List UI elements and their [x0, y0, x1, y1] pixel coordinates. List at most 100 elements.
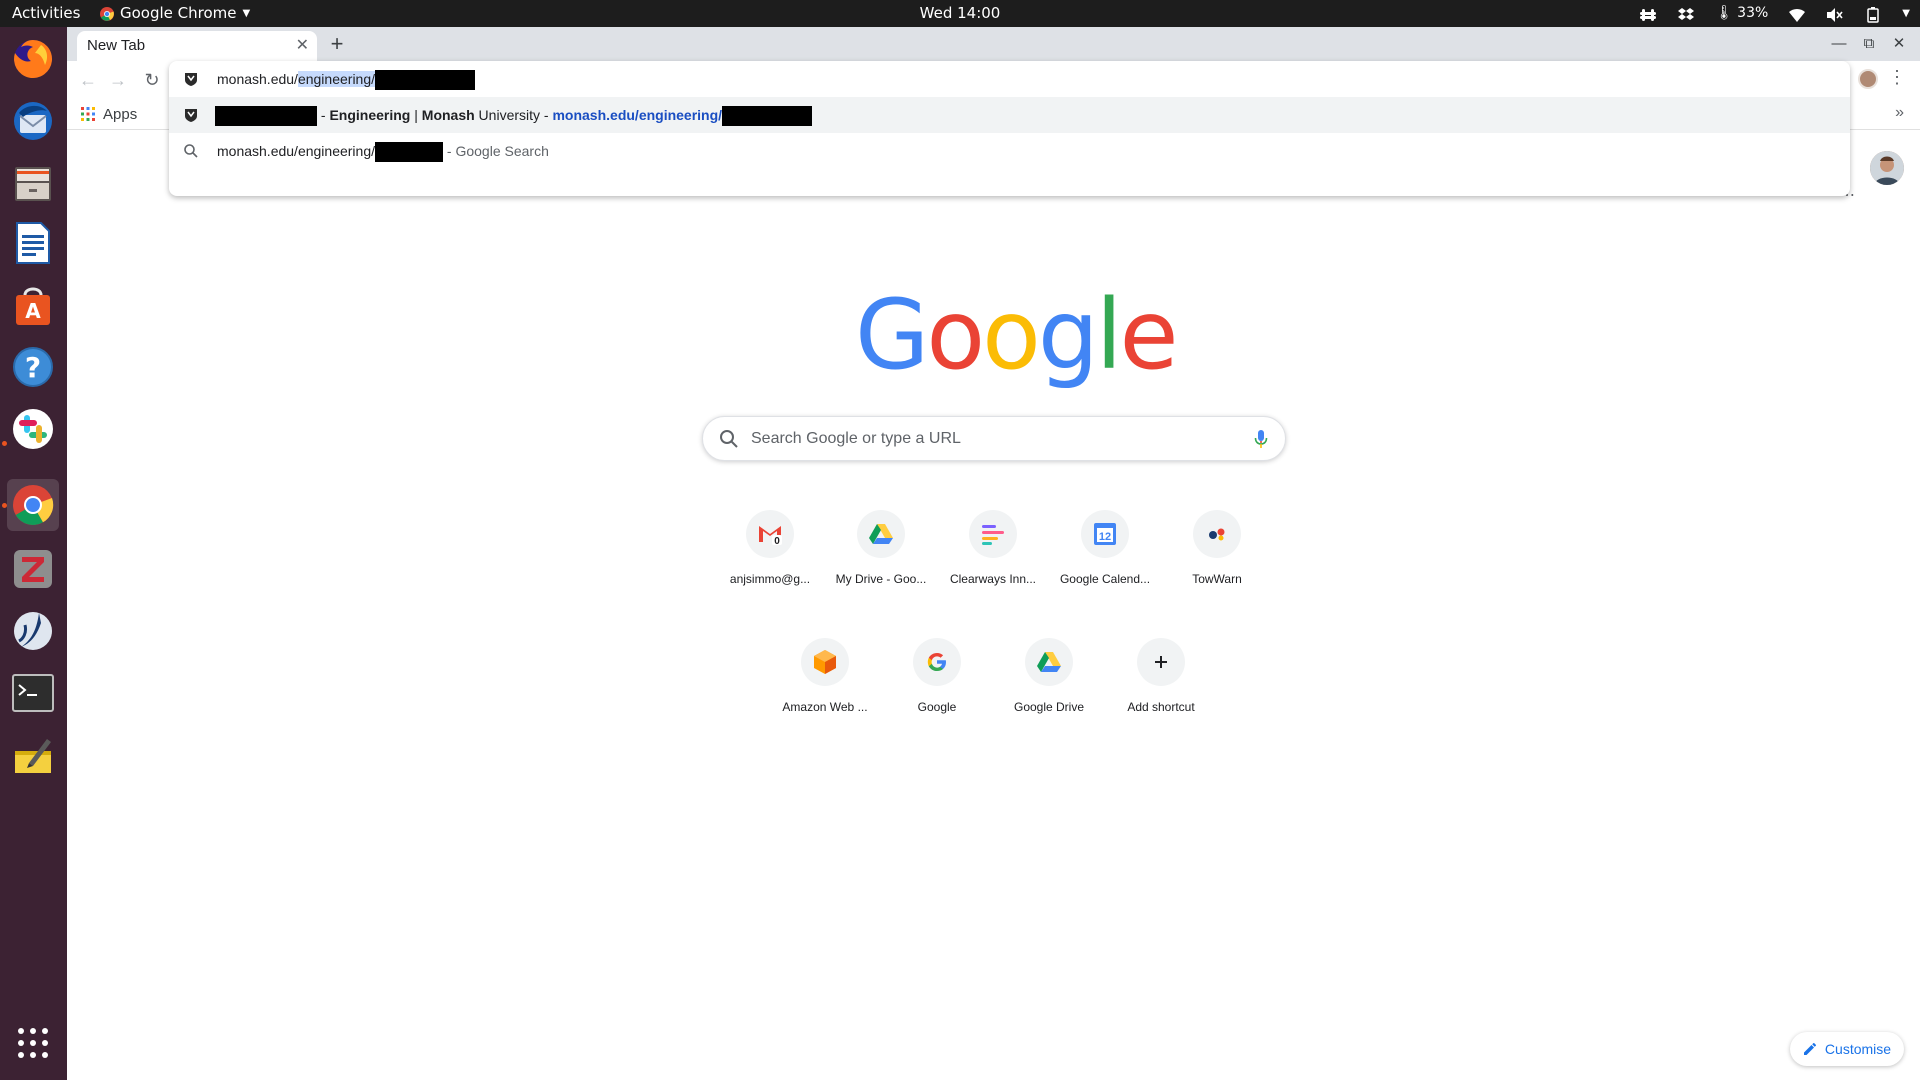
shortcut-tile-google[interactable]: Google	[881, 628, 993, 740]
svg-text:0: 0	[774, 536, 780, 545]
plus-icon	[1137, 638, 1185, 686]
battery-icon[interactable]	[1864, 6, 1882, 23]
zotero-icon	[14, 550, 52, 588]
shortcut-label: Google	[917, 700, 957, 714]
shortcut-tile-google-drive[interactable]: Google Drive	[993, 628, 1105, 740]
volume-muted-icon[interactable]	[1826, 6, 1844, 22]
profile-photo-icon	[1870, 151, 1904, 185]
app-menu-label: Google Chrome	[120, 4, 237, 22]
tab-close-icon[interactable]: ✕	[296, 31, 309, 61]
tab-new-tab[interactable]: New Tab ✕	[77, 31, 317, 61]
microphone-icon[interactable]	[1253, 429, 1269, 449]
wifi-icon[interactable]	[1788, 6, 1806, 22]
redacted-block	[375, 142, 444, 163]
aws-icon	[801, 638, 849, 686]
apps-shortcut[interactable]: Apps	[81, 103, 137, 125]
dock-zotero[interactable]	[7, 543, 59, 595]
omnibox-suggestion-2[interactable]: monash.edu/engineering/ - Google Search	[169, 133, 1850, 169]
shortcut-tile-clearways[interactable]: Clearways Inn...	[937, 500, 1049, 612]
ntp-search-input[interactable]	[751, 417, 1231, 460]
ntp-profile-avatar[interactable]	[1870, 151, 1904, 185]
dock-slack[interactable]	[7, 403, 59, 455]
restore-button[interactable]: ⧉	[1858, 33, 1880, 55]
calendar-badge: 12	[1099, 531, 1111, 543]
tab-strip: New Tab ✕ + — ⧉ ✕	[67, 27, 1920, 61]
omnibox-input-autocomplete: engineering/	[297, 71, 376, 87]
search-icon	[720, 430, 738, 448]
shortcut-label: TowWarn	[1192, 572, 1242, 586]
dock-terminal[interactable]	[7, 667, 59, 719]
system-top-bar: Activities Google Chrome ▼ Wed 14:00 🌡 3…	[0, 0, 1920, 27]
pencil-icon	[1803, 1042, 1816, 1055]
suggestion-1-mid: |	[410, 107, 422, 123]
bookmarks-overflow-icon[interactable]: »	[1895, 104, 1904, 122]
dock-firefox[interactable]	[7, 33, 59, 85]
clearways-icon	[969, 510, 1017, 558]
shortcut-label: My Drive - Goo...	[835, 572, 927, 586]
dock-files[interactable]	[7, 157, 59, 209]
redacted-block	[215, 106, 317, 127]
suggestion-2-suffix: - Google Search	[443, 143, 549, 159]
dropbox-tray-icon[interactable]	[1677, 6, 1695, 22]
profile-avatar-small[interactable]	[1858, 69, 1878, 89]
dock-help[interactable]: ?	[7, 341, 59, 393]
slack-tray-icon[interactable]	[1639, 6, 1657, 22]
omnibox-dropdown: monash.edu/engineering/ - Engineering | …	[169, 61, 1850, 196]
redacted-block	[722, 106, 813, 127]
shortcut-tile-aws[interactable]: Amazon Web ...	[769, 628, 881, 740]
temperature-battery[interactable]: 🌡 33%	[1715, 0, 1768, 27]
app-menu[interactable]: Google Chrome ▼	[100, 0, 250, 27]
omnibox-suggestion-1[interactable]: - Engineering | Monash University - mona…	[169, 97, 1850, 133]
shortcut-tile-google-calendar[interactable]: 12 Google Calend...	[1049, 500, 1161, 612]
shortcut-tile-towwarn[interactable]: TowWarn	[1161, 500, 1273, 612]
omnibox-input-row[interactable]: monash.edu/engineering/	[169, 61, 1850, 97]
ntp-search-box[interactable]	[702, 416, 1286, 461]
firefox-icon	[14, 39, 53, 78]
shortcut-tile-my-drive[interactable]: My Drive - Goo...	[825, 500, 937, 612]
suggestion-1-sep: -	[317, 107, 330, 123]
help-question-icon: ?	[13, 347, 53, 387]
system-menu-caret-icon[interactable]: ▼	[1902, 0, 1910, 27]
jabref-icon	[14, 612, 52, 650]
suggestion-1-bold-1: Engineering	[329, 107, 411, 123]
gmail-icon: 0	[746, 510, 794, 558]
activities-button[interactable]: Activities	[12, 0, 80, 27]
search-icon	[184, 144, 198, 158]
shortcut-label: anjsimmo@g...	[729, 572, 811, 586]
clock-label[interactable]: Wed 14:00	[920, 4, 1001, 22]
show-applications-button[interactable]	[7, 1017, 59, 1069]
close-window-button[interactable]: ✕	[1888, 33, 1910, 55]
dock-chrome[interactable]	[7, 479, 59, 531]
shortcut-label: Clearways Inn...	[949, 572, 1037, 586]
shortcut-tile-add[interactable]: Add shortcut	[1105, 628, 1217, 740]
omnibox-input[interactable]: monash.edu/engineering/	[217, 61, 476, 97]
back-button[interactable]: ←	[75, 67, 101, 93]
dock-text-editor[interactable]	[7, 729, 59, 781]
dock-libreoffice-writer[interactable]	[7, 217, 59, 269]
suggestion-1-bold-2: Monash	[421, 107, 475, 123]
reload-button[interactable]: ↻	[139, 67, 165, 93]
svg-text:A: A	[25, 299, 41, 323]
shortcut-label: Amazon Web ...	[782, 700, 868, 714]
shortcut-label: Google Drive	[1013, 700, 1085, 714]
minimize-button[interactable]: —	[1828, 33, 1850, 55]
customise-label: Customise	[1824, 1041, 1892, 1057]
shortcut-tile-gmail[interactable]: 0 anjsimmo@g...	[714, 500, 826, 612]
redacted-block	[375, 70, 476, 91]
chrome-menu-icon[interactable]: ⋮	[1888, 67, 1906, 88]
clock: Wed 14:00	[0, 0, 1920, 27]
google-icon	[913, 638, 961, 686]
customise-button[interactable]: Customise	[1790, 1032, 1904, 1066]
apps-grid-icon	[81, 107, 95, 121]
shortcut-label: Google Calend...	[1059, 572, 1151, 586]
slack-icon	[13, 409, 53, 449]
forward-button[interactable]: →	[105, 67, 131, 93]
new-tab-button[interactable]: +	[323, 31, 351, 59]
application-dock: A ?	[0, 27, 67, 1080]
dock-software-center[interactable]: A	[7, 279, 59, 331]
suggestion-2-query: monash.edu/engineering/	[217, 143, 376, 159]
suggestion-1-url: monash.edu/engineering/	[552, 107, 723, 123]
dock-thunderbird[interactable]	[7, 95, 59, 147]
dock-jabref[interactable]	[7, 605, 59, 657]
suggestion-1-text: - Engineering | Monash University - mona…	[215, 97, 813, 133]
